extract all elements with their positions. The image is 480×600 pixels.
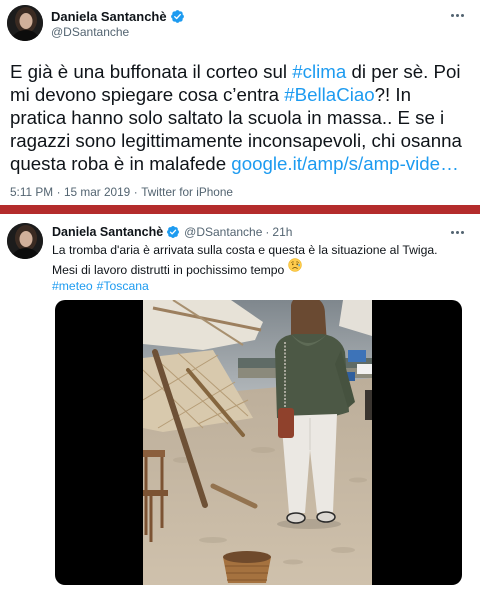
author-handle[interactable]: @DSantanche bbox=[184, 225, 262, 239]
hashtag-link[interactable]: #meteo bbox=[52, 279, 93, 293]
tweet-date[interactable]: 15 mar 2019 bbox=[64, 185, 130, 199]
sad-but-relieved-face-icon bbox=[288, 258, 308, 272]
tweet-meta: 5:11 PM · 15 mar 2019 · Twitter for iPhone bbox=[10, 185, 233, 200]
meta-separator: · bbox=[56, 185, 61, 199]
verified-badge-icon bbox=[170, 9, 185, 24]
avatar-photo bbox=[7, 5, 43, 41]
hashtag-link[interactable]: #Toscana bbox=[97, 279, 149, 293]
tweet-text-line: Mesi di lavoro distrutti in pochissimo t… bbox=[52, 258, 438, 278]
tweet-text-line: E già è una buffonata il corteo sul #cli… bbox=[10, 60, 462, 83]
author-row: Daniela Santanchè @DSantanche · 21h bbox=[52, 224, 292, 240]
tweet-text-segment: questa roba è in malafede bbox=[10, 153, 232, 174]
avatar[interactable] bbox=[7, 223, 43, 259]
tweet-text-segment: Mesi di lavoro distrutti in pochissimo t… bbox=[52, 263, 285, 277]
hashtag-link[interactable]: #BellaCiao bbox=[284, 84, 374, 105]
avatar-photo bbox=[7, 223, 43, 259]
tweet-text: La tromba d'aria è arrivata sulla costa … bbox=[52, 242, 438, 294]
video-player[interactable] bbox=[55, 300, 462, 585]
author-name[interactable]: Daniela Santanchè bbox=[51, 9, 167, 24]
meta-separator: · bbox=[133, 185, 138, 199]
wicker-basket bbox=[223, 551, 271, 583]
meta-separator: · bbox=[265, 225, 270, 239]
tweet-text-segment: pratica hanno solo saltato la scuola in … bbox=[10, 107, 445, 128]
tweet-time[interactable]: 5:11 PM bbox=[10, 185, 53, 199]
video-frame bbox=[143, 300, 372, 585]
tweet-text-line: questa roba è in malafede google.it/amp/… bbox=[10, 152, 462, 175]
tweet-text-segment: E già è una buffonata il corteo sul bbox=[10, 61, 293, 82]
tweet-time-ago[interactable]: 21h bbox=[272, 225, 292, 239]
avatar[interactable] bbox=[7, 5, 43, 41]
tweet-text-segment: ragazzi sono legittimamente inconsapevol… bbox=[10, 130, 462, 151]
tweet-text-segment: ?! In bbox=[374, 84, 412, 105]
more-options-icon[interactable] bbox=[451, 229, 464, 235]
tweet-text: E già è una buffonata il corteo sul #cli… bbox=[10, 60, 462, 175]
verified-badge-icon bbox=[166, 225, 180, 239]
tweet-text-segment: mi devono spiegare cosa c’entra bbox=[10, 84, 285, 105]
tweet-text-line: La tromba d'aria è arrivata sulla costa … bbox=[52, 242, 438, 258]
author-row: Daniela Santanchè bbox=[51, 7, 185, 25]
more-options-icon[interactable] bbox=[451, 12, 464, 18]
tweet-text-line: mi devono spiegare cosa c’entra #BellaCi… bbox=[10, 83, 462, 106]
url-link[interactable]: google.it/amp/s/amp-vide… bbox=[231, 153, 458, 174]
tweet-text-segment: di per sè. Poi bbox=[346, 61, 461, 82]
hashtags-line: #meteo #Toscana bbox=[52, 278, 438, 294]
red-divider bbox=[0, 205, 480, 214]
tweet-text-segment: La tromba d'aria è arrivata sulla costa … bbox=[52, 243, 438, 257]
tweet-text-line: ragazzi sono legittimamente inconsapevol… bbox=[10, 129, 462, 152]
hashtag-link[interactable]: #clima bbox=[292, 61, 346, 82]
author-name[interactable]: Daniela Santanchè bbox=[52, 225, 163, 239]
author-handle[interactable]: @DSantanche bbox=[51, 25, 129, 39]
tweet-text-line: pratica hanno solo saltato la scuola in … bbox=[10, 106, 462, 129]
tweet-source[interactable]: Twitter for iPhone bbox=[141, 185, 233, 199]
